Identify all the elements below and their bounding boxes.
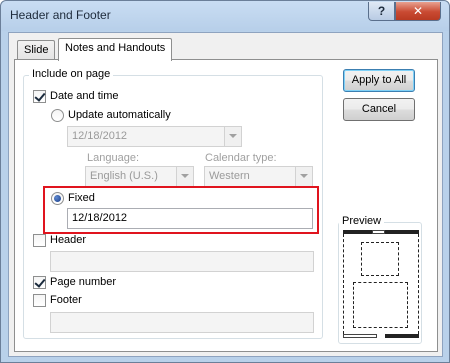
window-title: Header and Footer <box>10 8 111 22</box>
calendar-type-label: Calendar type: <box>205 152 277 164</box>
preview-page <box>343 230 419 342</box>
update-automatically-radio[interactable] <box>51 109 64 122</box>
preview-group: Preview <box>338 215 422 344</box>
fixed-date-value: 12/18/2012 <box>72 212 128 224</box>
fixed-date-input[interactable]: 12/18/2012 <box>67 208 313 229</box>
chevron-down-icon <box>224 127 241 146</box>
fixed-radio[interactable] <box>51 192 64 205</box>
close-button[interactable]: ✕ <box>395 2 441 21</box>
tab-notes-and-handouts[interactable]: Notes and Handouts <box>58 38 173 61</box>
date-time-checkbox[interactable] <box>33 90 46 103</box>
preview-footer-right <box>385 334 419 338</box>
language-label: Language: <box>87 152 139 164</box>
calendar-type-dropdown[interactable]: Western <box>204 166 313 187</box>
preview-footer-left <box>343 334 377 338</box>
help-button[interactable]: ? <box>368 2 395 21</box>
preview-notes-area <box>353 282 408 328</box>
footer-checkbox[interactable] <box>33 294 46 307</box>
include-on-page-label: Include on page <box>29 68 114 80</box>
preview-slide-area <box>361 242 399 276</box>
update-date-value: 12/18/2012 <box>72 130 128 142</box>
footer-label: Footer <box>50 294 82 306</box>
title-bar[interactable]: Header and Footer ? ✕ <box>1 1 449 31</box>
header-checkbox[interactable] <box>33 234 46 247</box>
calendar-type-value: Western <box>209 170 250 182</box>
apply-to-all-button[interactable]: Apply to All <box>343 69 415 92</box>
fixed-label: Fixed <box>68 192 95 204</box>
chevron-down-icon <box>176 167 193 186</box>
update-date-dropdown[interactable]: 12/18/2012 <box>67 126 242 147</box>
header-text-input[interactable] <box>50 251 314 272</box>
date-time-label: Date and time <box>50 90 119 102</box>
tab-slide[interactable]: Slide <box>17 40 56 61</box>
header-label: Header <box>50 234 87 246</box>
dialog-window: Header and Footer ? ✕ Slide Notes and Ha… <box>0 0 450 363</box>
page-number-label: Page number <box>50 276 117 288</box>
language-value: English (U.S.) <box>90 170 158 182</box>
preview-label: Preview <box>339 215 385 227</box>
update-automatically-label: Update automatically <box>68 109 171 121</box>
page-number-checkbox[interactable] <box>33 276 46 289</box>
cancel-button[interactable]: Cancel <box>343 98 415 121</box>
chevron-down-icon <box>295 167 312 186</box>
language-dropdown[interactable]: English (U.S.) <box>85 166 194 187</box>
footer-text-input[interactable] <box>50 312 314 333</box>
